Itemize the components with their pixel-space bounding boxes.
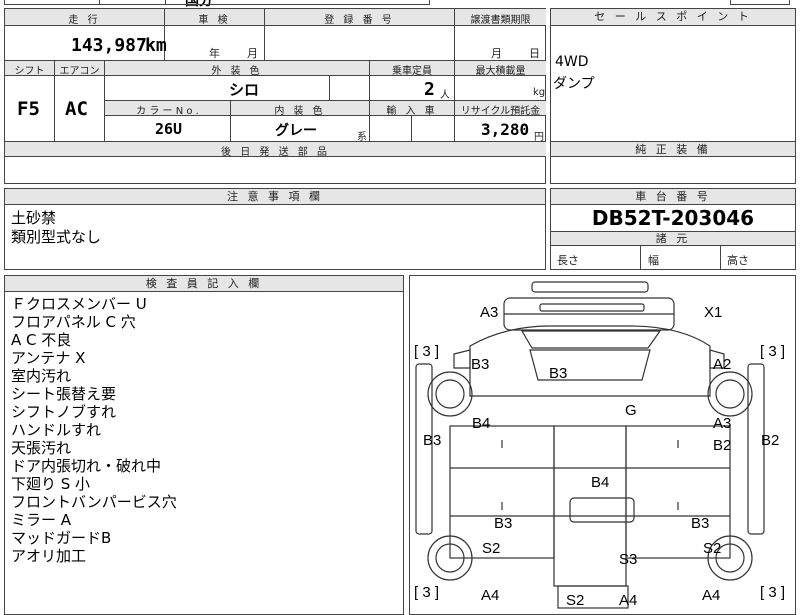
damage-mark: B3	[691, 515, 710, 532]
shaken-year: 年	[209, 47, 220, 60]
inspector-line: フロアパネル C 穴	[11, 313, 136, 331]
damage-mark: A4	[481, 587, 500, 604]
damage-mark: A3	[713, 415, 732, 432]
inspector-line: A C 不良	[11, 331, 72, 349]
genuine-equipment-header: 純 正 装 備	[551, 141, 795, 157]
shift-header: シフト	[14, 66, 45, 77]
transfer-deadline-header: 譲渡書類期限	[470, 15, 531, 26]
shift-value: F5	[17, 98, 40, 120]
registration-header: 登 録 番 号	[324, 15, 395, 26]
top-strip: 国分	[0, 0, 800, 9]
notes-header: 注 意 事 項 欄	[5, 189, 545, 205]
inspector-line: 室内汚れ	[11, 367, 72, 385]
inspector-line: 下廻り S 小	[11, 475, 91, 493]
recycle-value: 3,280	[481, 120, 530, 139]
inspector-line: アンテナ X	[11, 349, 86, 367]
inspector-line: マッドガードB	[11, 529, 112, 547]
inspector-line: Ｆクロスメンバー U	[11, 295, 147, 313]
inspector-line: シフトノブすれ	[11, 403, 117, 421]
damage-mark: A4	[702, 587, 721, 604]
capacity-unit: 人	[440, 90, 450, 101]
recycle-header: リサイクル預託金	[460, 106, 541, 117]
truck-outline-diagram	[415, 281, 765, 609]
width-label: 幅	[648, 254, 659, 267]
mileage-value: 143,987	[71, 35, 147, 56]
inspector-line: ドア内張切れ・破れ中	[11, 457, 162, 475]
inspector-line: ミラー A	[11, 511, 72, 529]
sales-point-line-1: 4WD	[555, 54, 589, 70]
damage-mark: B4	[472, 415, 491, 432]
damage-mark: X1	[704, 304, 723, 321]
inspector-line: ハンドルすれ	[11, 421, 102, 439]
inspector-box: 検 査 員 記 入 欄 Ｆクロスメンバー U フロアパネル C 穴 A C 不良…	[4, 275, 404, 615]
exterior-color-header: 外 装 色	[211, 66, 263, 77]
color-no-value: 26U	[155, 120, 183, 138]
damage-mark: B3	[423, 432, 442, 449]
height-label: 高さ	[727, 254, 749, 267]
notes-box: 注 意 事 項 欄 土砂禁 類別型式なし	[4, 188, 546, 270]
chassis-header: 車 台 番 号	[551, 189, 795, 205]
mileage-unit: km	[145, 35, 167, 56]
damage-mark: A2	[713, 356, 732, 373]
transfer-day: 日	[529, 47, 540, 60]
inspector-line: アオリ加工	[11, 547, 87, 565]
sales-point-line-2: ダンプ	[553, 76, 595, 92]
chassis-box: 車 台 番 号 DB52T-203046 諸 元 長さ 幅 高さ	[550, 188, 796, 270]
notes-line-1: 土砂禁	[11, 209, 57, 227]
exterior-color-value: シロ	[229, 81, 260, 99]
inspector-header: 検 査 員 記 入 欄	[5, 276, 403, 292]
mileage-header: 走 行	[68, 15, 101, 26]
damage-mark: B2	[713, 437, 732, 454]
interior-color-value: グレー	[275, 123, 317, 139]
car-diagram-box: [ 3 ] [ 3 ] [ 3 ] [ 3 ] A3 X1 B3 A2 B3 G…	[409, 275, 796, 615]
recycle-unit: 円	[534, 132, 544, 143]
inspector-line: フロントバンパービス穴	[11, 493, 177, 511]
inspector-line: シート張替え要	[11, 385, 117, 403]
damage-mark: S2	[482, 540, 501, 557]
tyre-label: [ 3 ]	[414, 584, 440, 601]
damage-mark: B3	[549, 365, 568, 382]
aircon-header: エアコン	[59, 66, 100, 77]
aircon-value: AC	[65, 98, 88, 120]
import-header: 輸 入 車	[386, 106, 438, 117]
damage-mark: S3	[619, 551, 638, 568]
length-label: 長さ	[557, 254, 579, 267]
sales-points-box: セ ー ル ス ポ イ ン ト 4WD ダンプ 純 正 装 備	[550, 8, 796, 184]
load-unit: kg	[533, 87, 546, 98]
damage-mark: B3	[471, 356, 490, 373]
tyre-label: [ 3 ]	[414, 343, 440, 360]
damage-mark: S2	[566, 592, 585, 609]
interior-color-suffix: 系	[357, 132, 367, 143]
dimensions-header: 諸 元	[551, 231, 795, 246]
tyre-label: [ 3 ]	[760, 584, 786, 601]
damage-mark: A3	[480, 304, 499, 321]
transfer-month: 月	[491, 47, 502, 60]
shaken-header: 車 検	[198, 15, 231, 26]
interior-color-header: 内 装 色	[274, 106, 326, 117]
sales-points-header: セ ー ル ス ポ イ ン ト	[551, 9, 795, 26]
max-load-header: 最大積載量	[475, 66, 526, 77]
chassis-number: DB52T-203046	[591, 206, 755, 230]
notes-line-2: 類別型式なし	[11, 228, 102, 246]
color-no-header: カ ラ ー N o .	[136, 106, 199, 117]
tyre-label: [ 3 ]	[760, 343, 786, 360]
later-parts-header: 後 日 発 送 部 品	[221, 147, 330, 158]
damage-mark: B2	[761, 432, 780, 449]
damage-mark: A4	[619, 592, 638, 609]
damage-mark: B3	[494, 515, 513, 532]
shaken-month: 月	[247, 47, 258, 60]
spec-table: 走 行 車 検 登 録 番 号 譲渡書類期限 143,987 km 年 月 月 …	[4, 8, 546, 184]
damage-mark: S2	[703, 540, 722, 557]
capacity-header: 乗車定員	[392, 66, 432, 77]
capacity-value: 2	[424, 79, 435, 100]
damage-mark: G	[625, 402, 637, 419]
inspector-line: 天張汚れ	[11, 439, 72, 457]
damage-mark: B4	[591, 474, 610, 491]
